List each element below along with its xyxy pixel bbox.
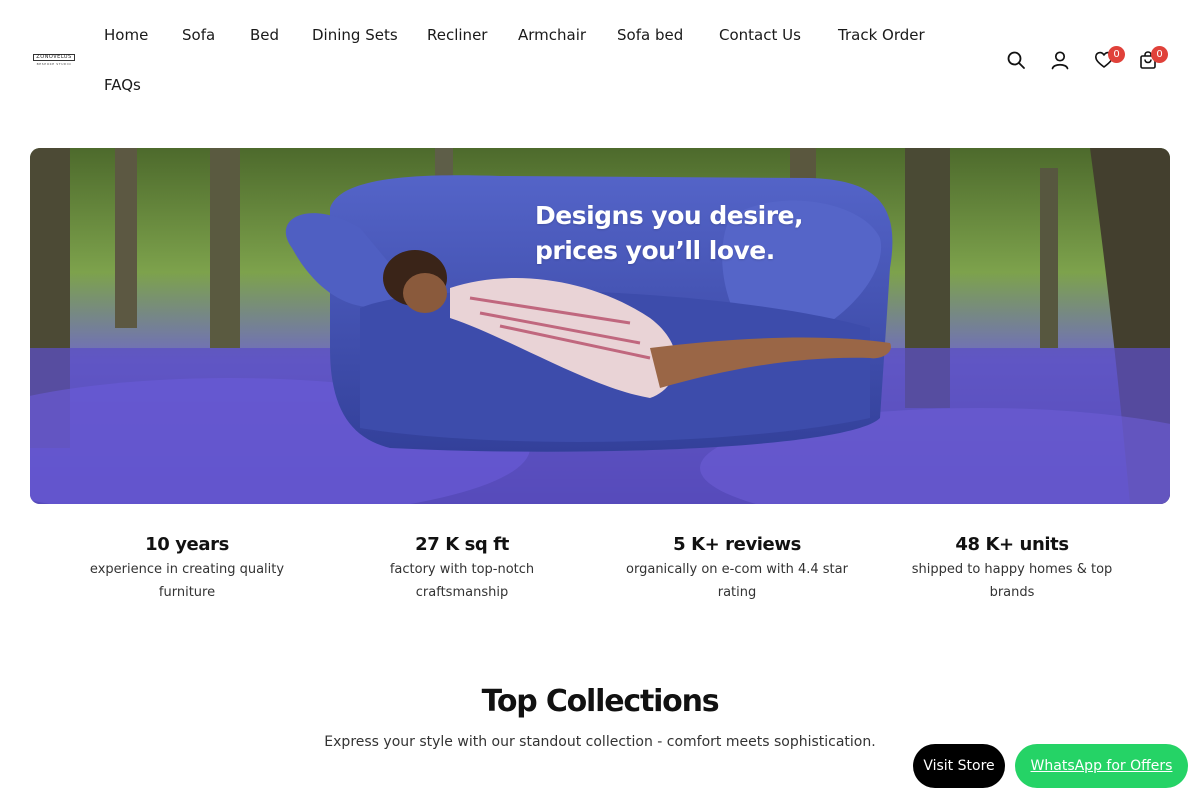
site-header: ZONOVELUS BESPOKE STUDIO Home Sofa Bed D… [0, 0, 1200, 120]
stat-item: 5 K+ reviews organically on e-com with 4… [606, 532, 868, 604]
nav-item-bed[interactable]: Bed [250, 24, 279, 46]
nav-item-sofa-bed[interactable]: Sofa bed [617, 24, 683, 46]
account-button[interactable] [1048, 48, 1072, 72]
stats-row: 10 years experience in creating quality … [30, 532, 1170, 612]
hero-headline: Designs you desire, prices you’ll love. [535, 198, 804, 268]
whatsapp-offers-button[interactable]: WhatsApp for Offers [1015, 744, 1188, 788]
visit-store-button[interactable]: Visit Store [913, 744, 1005, 788]
nav-item-armchair[interactable]: Armchair [518, 24, 586, 46]
stat-item: 10 years experience in creating quality … [67, 532, 307, 604]
stat-title: 27 K sq ft [415, 534, 509, 555]
search-button[interactable] [1004, 48, 1028, 72]
stat-description: organically on e-com with 4.4 star ratin… [626, 562, 848, 600]
stat-item: 27 K sq ft factory with top-notch crafts… [342, 532, 582, 604]
nav-item-contact-us[interactable]: Contact Us [719, 24, 801, 46]
stat-title: 5 K+ reviews [673, 534, 801, 555]
search-icon [1007, 51, 1025, 69]
hero-banner[interactable]: Designs you desire, prices you’ll love. [30, 148, 1170, 504]
wishlist-button[interactable]: 0 [1092, 46, 1125, 72]
logo-tagline: BESPOKE STUDIO [36, 62, 72, 66]
nav-item-home[interactable]: Home [104, 24, 148, 46]
nav-item-track-order[interactable]: Track Order [838, 24, 925, 46]
stat-description: factory with top-notch craftsmanship [389, 562, 535, 600]
brand-logo[interactable]: ZONOVELUS BESPOKE STUDIO [33, 54, 75, 66]
hero-headline-line-2: prices you’ll love. [535, 236, 775, 265]
nav-item-sofa[interactable]: Sofa [182, 24, 215, 46]
hero-headline-line-1: Designs you desire, [535, 201, 804, 230]
stat-description: shipped to happy homes & top brands [911, 562, 1113, 600]
user-icon [1051, 51, 1069, 70]
nav-item-faqs[interactable]: FAQs [104, 74, 141, 96]
collections-subheading: Express your style with our standout col… [324, 734, 876, 750]
stat-description: experience in creating quality furniture [89, 562, 285, 600]
stat-title: 10 years [145, 534, 229, 555]
collections-heading: Top Collections [481, 684, 720, 719]
nav-item-recliner[interactable]: Recliner [427, 24, 487, 46]
nav-item-dining-sets[interactable]: Dining Sets [312, 24, 398, 46]
cart-button[interactable]: 0 [1136, 46, 1168, 72]
wishlist-count-badge: 0 [1108, 46, 1125, 63]
logo-wordmark: ZONOVELUS [33, 54, 75, 61]
stat-item: 48 K+ units shipped to happy homes & top… [892, 532, 1132, 604]
cart-count-badge: 0 [1151, 46, 1168, 63]
stat-title: 48 K+ units [955, 534, 1069, 555]
